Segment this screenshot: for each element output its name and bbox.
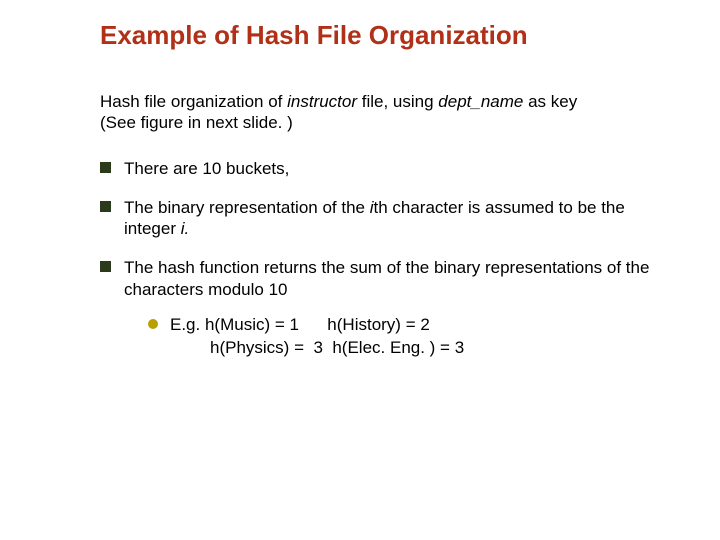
- sub-bullet-list: E.g. h(Music) = 1 h(History) = 2 h(Physi…: [148, 314, 660, 360]
- intro-part2: file, using: [357, 92, 438, 111]
- sub-bullet-example: E.g. h(Music) = 1 h(History) = 2 h(Physi…: [148, 314, 660, 360]
- example-line1: E.g. h(Music) = 1 h(History) = 2: [170, 315, 430, 334]
- bullet-item-2: The binary representation of the ith cha…: [100, 197, 660, 240]
- bullet-2-ital-i2: i.: [181, 219, 190, 238]
- intro-italic-instructor: instructor: [287, 92, 357, 111]
- bullet-item-3: The hash function returns the sum of the…: [100, 257, 660, 359]
- bullet-item-1: There are 10 buckets,: [100, 158, 660, 179]
- example-line2: h(Physics) = 3 h(Elec. Eng. ) = 3: [170, 338, 464, 357]
- intro-part3: as key: [523, 92, 577, 111]
- slide-title: Example of Hash File Organization: [100, 20, 660, 51]
- bullet-2-pre: The binary representation of the: [124, 198, 370, 217]
- intro-paragraph: Hash file organization of instructor fil…: [100, 91, 660, 134]
- bullet-3-text: The hash function returns the sum of the…: [124, 258, 649, 298]
- intro-part1: Hash file organization of: [100, 92, 287, 111]
- bullet-list: There are 10 buckets, The binary represe…: [100, 158, 660, 360]
- intro-italic-deptname: dept_name: [438, 92, 523, 111]
- slide: Example of Hash File Organization Hash f…: [0, 0, 720, 540]
- bullet-1-text: There are 10 buckets,: [124, 159, 289, 178]
- intro-line2: (See figure in next slide. ): [100, 113, 293, 132]
